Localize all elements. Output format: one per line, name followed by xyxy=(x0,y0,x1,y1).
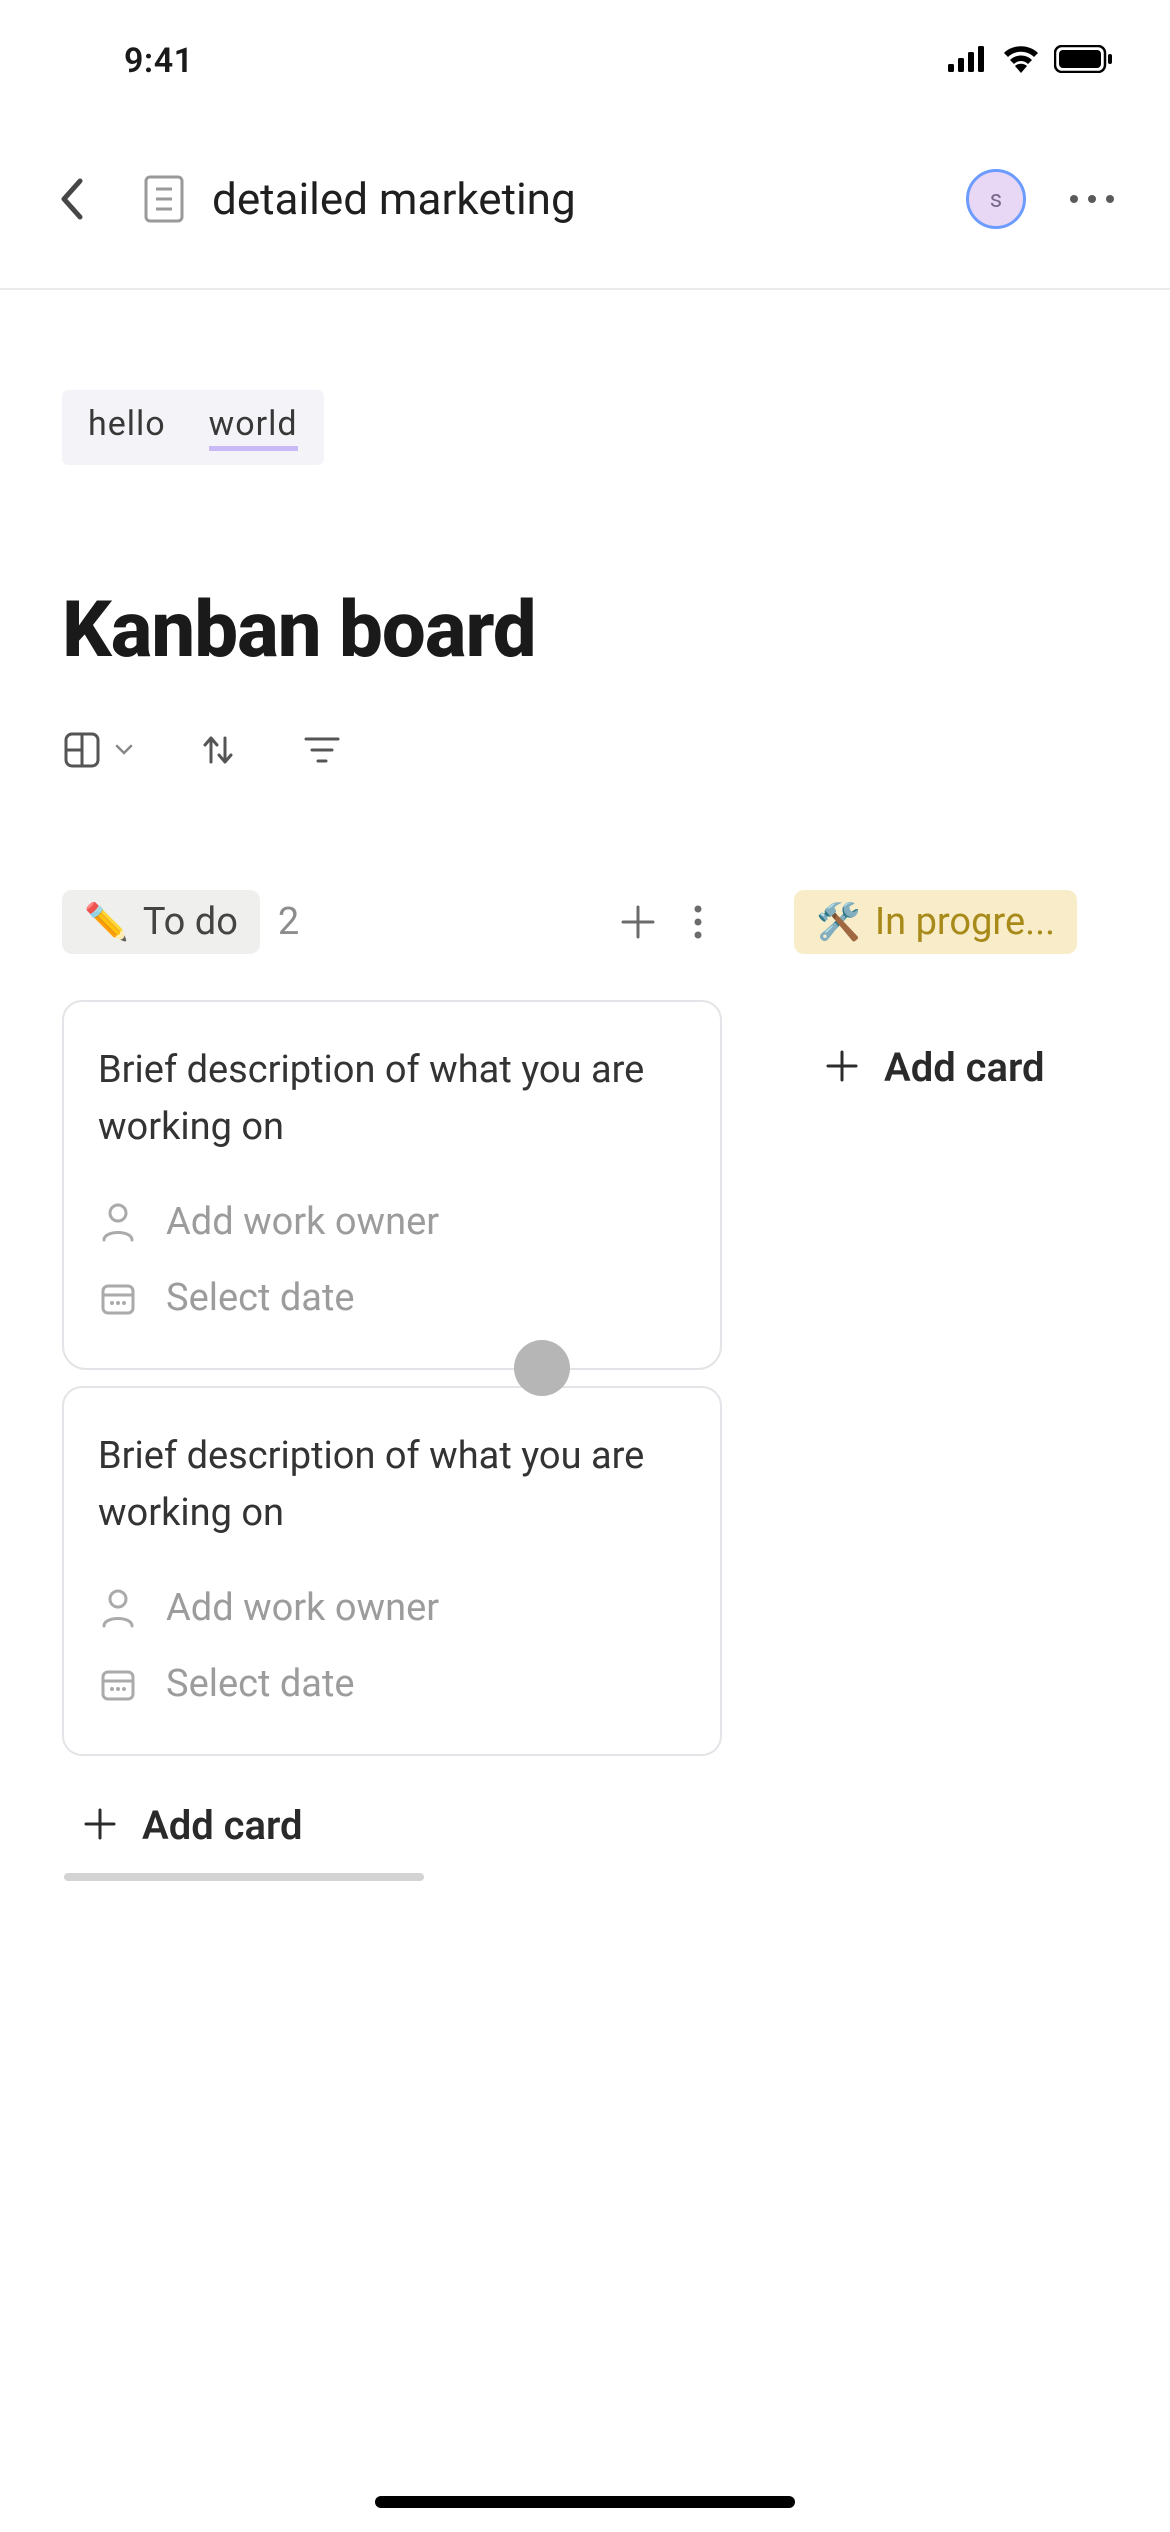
column-header: ✏️ To do 2 xyxy=(62,890,722,954)
card-owner-row[interactable]: Add work owner xyxy=(98,1586,686,1630)
card-owner-label: Add work owner xyxy=(166,1200,439,1244)
add-card-button[interactable]: Add card xyxy=(794,1044,1108,1091)
plus-icon xyxy=(82,1806,118,1846)
more-menu-button[interactable] xyxy=(1062,195,1122,203)
layout-view-button[interactable] xyxy=(62,730,134,770)
calendar-icon xyxy=(98,1278,138,1318)
code-block[interactable]: hello world xyxy=(62,390,324,465)
card-date-label: Select date xyxy=(166,1662,355,1706)
kanban-card[interactable]: Brief description of what you are workin… xyxy=(62,1000,722,1370)
page-name[interactable]: detailed marketing xyxy=(212,173,966,225)
calendar-icon xyxy=(98,1664,138,1704)
document-icon xyxy=(140,175,188,223)
dot-icon xyxy=(1088,195,1096,203)
column-more-button[interactable] xyxy=(674,898,722,946)
card-owner-label: Add work owner xyxy=(166,1586,439,1630)
column-todo: ✏️ To do 2 Brief description of what you… xyxy=(62,890,722,1881)
code-word: hello xyxy=(88,404,166,444)
card-owner-row[interactable]: Add work owner xyxy=(98,1200,686,1244)
filter-icon xyxy=(302,734,342,766)
person-icon xyxy=(98,1588,138,1628)
column-header: 🛠️ In progre... xyxy=(794,890,1108,954)
page-content: hello world Kanban board ✏️ To do 2 xyxy=(0,290,1170,1881)
column-name: In progre... xyxy=(875,900,1055,944)
card-date-label: Select date xyxy=(166,1276,355,1320)
dot-icon xyxy=(1106,195,1114,203)
chevron-down-icon xyxy=(114,743,134,757)
card-title: Brief description of what you are workin… xyxy=(98,1428,686,1542)
chevron-left-icon xyxy=(58,177,86,221)
column-in-progress: 🛠️ In progre... Add card xyxy=(794,890,1108,1881)
layout-icon xyxy=(62,730,102,770)
vertical-dots-icon xyxy=(693,903,703,941)
card-title: Brief description of what you are workin… xyxy=(98,1042,686,1156)
column-tag[interactable]: ✏️ To do xyxy=(62,890,260,954)
column-name: To do xyxy=(143,900,238,944)
view-controls xyxy=(62,730,1108,770)
add-card-button[interactable]: Add card xyxy=(62,1802,722,1849)
avatar[interactable]: s xyxy=(966,169,1026,229)
column-count: 2 xyxy=(278,900,299,944)
card-date-row[interactable]: Select date xyxy=(98,1662,686,1706)
add-card-icon-button[interactable] xyxy=(614,898,662,946)
plus-icon xyxy=(619,903,657,941)
filter-button[interactable] xyxy=(302,734,342,766)
sort-button[interactable] xyxy=(198,730,238,770)
person-icon xyxy=(98,1202,138,1242)
status-bar: 9:41 xyxy=(0,0,1170,110)
back-button[interactable] xyxy=(48,175,96,223)
card-date-row[interactable]: Select date xyxy=(98,1276,686,1320)
wifi-icon xyxy=(1002,45,1040,77)
kanban-board: ✏️ To do 2 Brief description of what you… xyxy=(62,890,1108,1881)
horizontal-scroll-indicator xyxy=(64,1873,424,1881)
column-tag[interactable]: 🛠️ In progre... xyxy=(794,890,1077,954)
pencil-emoji-icon: ✏️ xyxy=(84,901,129,943)
code-word-link[interactable]: world xyxy=(209,404,298,451)
kanban-card[interactable]: Brief description of what you are workin… xyxy=(62,1386,722,1756)
add-card-label: Add card xyxy=(142,1802,303,1849)
status-icons xyxy=(948,45,1114,77)
sort-icon xyxy=(198,730,238,770)
touch-indicator xyxy=(514,1340,570,1396)
battery-icon xyxy=(1054,45,1114,77)
plus-icon xyxy=(824,1048,860,1088)
page-title[interactable]: Kanban board xyxy=(62,585,1108,676)
add-card-label: Add card xyxy=(884,1044,1045,1091)
dot-icon xyxy=(1070,195,1078,203)
status-time: 9:41 xyxy=(56,41,194,81)
cellular-icon xyxy=(948,46,988,76)
nav-bar: detailed marketing s xyxy=(0,110,1170,290)
tools-emoji-icon: 🛠️ xyxy=(816,901,861,943)
home-indicator[interactable] xyxy=(375,2496,795,2508)
